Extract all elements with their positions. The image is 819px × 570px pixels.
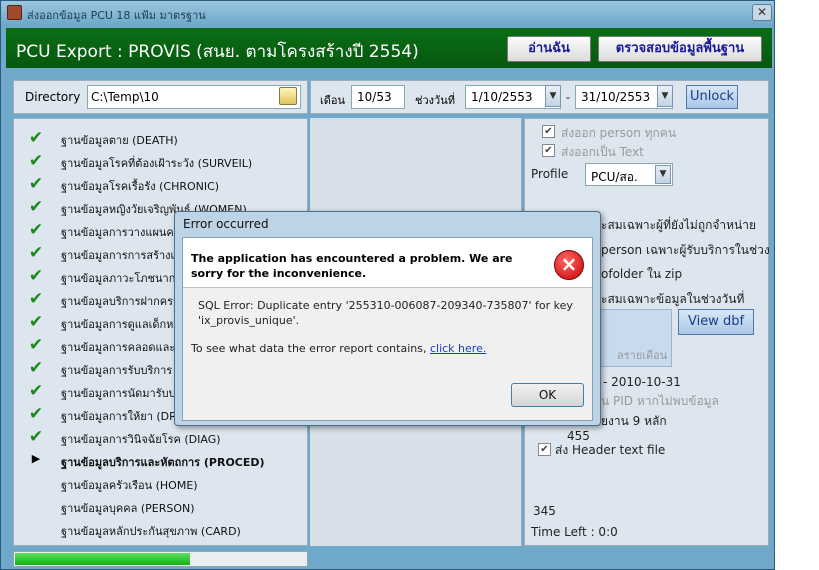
date-dash: - <box>566 91 570 104</box>
check-icon: ✔ <box>28 335 44 355</box>
export-person-all-checkbox[interactable]: ✔ <box>542 125 555 138</box>
file-list-label: ฐานข้อมูลภาวะโภชนาการ <box>61 272 188 285</box>
check-icon: ✔ <box>28 151 44 171</box>
check-icon: ✔ <box>28 312 44 332</box>
file-list-item: ▶ ฐานข้อมูลบริการและหัตถการ (PROCED) <box>14 449 304 472</box>
date-to-dropdown-icon[interactable]: ▼ <box>657 85 673 107</box>
click-here-link[interactable]: click here. <box>430 342 486 355</box>
file-list-label: ฐานข้อมูลการการสร้างเส <box>61 249 182 262</box>
check-icon: ✔ <box>28 404 44 424</box>
file-list-item: ฐานข้อมูลหลักประกันสุขภาพ (CARD) <box>14 518 304 541</box>
directory-input[interactable]: C:\Temp\10 <box>87 85 301 109</box>
export-text-checkbox[interactable]: ✔ <box>542 144 555 157</box>
page-title: PCU Export : PROVIS (สนย. ตามโครงสร้างปี… <box>16 42 419 62</box>
check-icon: ✔ <box>28 427 44 447</box>
dialog-title: Error occurred <box>183 217 269 231</box>
check-icon: ✔ <box>28 381 44 401</box>
file-list-item: ✔ ฐานข้อมูลตาย (DEATH) <box>14 127 304 150</box>
option-person-in-range: person เฉพาะผู้รับบริการในช่วง <box>601 243 770 257</box>
file-list-label: ฐานข้อมูลบุคคล (PERSON) <box>61 502 195 515</box>
export-text-label: ส่งออกเป็น Text <box>561 145 644 159</box>
close-button[interactable]: ✕ <box>752 4 772 21</box>
header-text-file-label: ส่ง Header text file <box>555 443 666 457</box>
dialog-heading: The application has encountered a proble… <box>191 252 513 280</box>
window-title: ส่งออกข้อมูล PCU 18 แฟ้ม มาตรฐาน <box>27 9 206 22</box>
error-icon: × <box>554 250 584 280</box>
header-bar: PCU Export : PROVIS (สนย. ตามโครงสร้างปี… <box>6 28 772 68</box>
pid-option-label: น PID หากไม่พบข้อมูล <box>601 394 719 408</box>
date-from-dropdown-icon[interactable]: ▼ <box>545 85 561 107</box>
view-dbf-button[interactable]: View dbf <box>678 309 754 335</box>
error-dialog: Error occurred The application has encou… <box>174 211 601 426</box>
directory-label: Directory <box>25 90 81 104</box>
file-list-item: ฐานข้อมูลบุคคล (PERSON) <box>14 495 304 518</box>
file-list-label: ฐานข้อมูลการคลอดและดู <box>61 341 183 354</box>
file-list-item: ฐานข้อมูลครัวเรือน (HOME) <box>14 472 304 495</box>
date-panel: เดือน 10/53 ช่วงวันที่ 1/10/2553 ▼ - 31/… <box>310 80 769 114</box>
file-list-item: ✔ ฐานข้อมูลการวินิจฉัยโรค (DIAG) <box>14 426 304 449</box>
unlock-button[interactable]: Unlock <box>686 85 738 109</box>
file-list-label: ฐานข้อมูลครัวเรือน (HOME) <box>61 479 198 492</box>
month-label: เดือน <box>320 94 346 107</box>
file-list-label: ฐานข้อมูลบริการฝากครรภ์ <box>61 295 187 308</box>
check-icon: ✔ <box>28 128 44 148</box>
check-icon: ✔ <box>28 220 44 240</box>
file-list-item: ✔ ฐานข้อมูลโรคที่ต้องเฝ้าระวัง (SURVEIL) <box>14 150 304 173</box>
error-report-prefix: To see what data the error report contai… <box>191 342 430 355</box>
check-icon: ✔ <box>28 358 44 378</box>
ok-button[interactable]: OK <box>511 383 584 407</box>
dialog-body: The application has encountered a proble… <box>182 237 593 421</box>
date-range-label: ช่วงวันที่ <box>415 94 455 107</box>
file-list-label: ฐานข้อมูลหลักประกันสุขภาพ (CARD) <box>61 525 241 538</box>
file-list-label: ฐานข้อมูลการให้ยา (DRU <box>61 410 185 423</box>
check-icon: ✔ <box>28 197 44 217</box>
title-bar: ส่งออกข้อมูล PCU 18 แฟ้ม มาตรฐาน ✕ <box>1 1 774 25</box>
record-count: 345 <box>533 504 556 518</box>
option-subfolder-zip: ofolder ใน zip <box>601 267 683 281</box>
current-arrow-icon: ▶ <box>31 452 41 465</box>
error-report-text: To see what data the error report contai… <box>191 342 486 355</box>
check-icon: ✔ <box>28 289 44 309</box>
option-active-only: ะสมเฉพาะผู้ที่ยังไม่ถูกจำหน่าย <box>601 218 757 232</box>
check-icon: ✔ <box>28 243 44 263</box>
file-list-label: ฐานข้อมูลการวางแผนครอ <box>61 226 187 239</box>
profile-label: Profile <box>531 167 569 181</box>
file-list-label: ฐานข้อมูลการวินิจฉัยโรค (DIAG) <box>61 433 221 446</box>
monthly-export-button[interactable]: ลรายเดือน <box>594 309 672 367</box>
date-range-display: - 2010-10-31 <box>603 375 681 389</box>
file-list-label: ฐานข้อมูลตาย (DEATH) <box>61 134 178 147</box>
export-progress-bar <box>13 551 308 567</box>
time-left: Time Left : 0:0 <box>531 525 618 539</box>
dialog-header: The application has encountered a proble… <box>183 238 592 288</box>
read-me-button[interactable]: อ่านฉัน <box>507 36 591 62</box>
monthly-export-label: ลรายเดือน <box>617 349 668 362</box>
month-input[interactable]: 10/53 <box>351 85 405 109</box>
profile-dropdown-icon[interactable]: ▼ <box>655 165 671 184</box>
file-list-label: ฐานข้อมูลการดูแลเด็กหลั <box>61 318 181 331</box>
progress-fill <box>15 553 191 565</box>
file-list-label: ฐานข้อมูลการนัดมารับบริ <box>61 387 182 400</box>
unit-code-option-label: ยงาน 9 หลัก <box>601 414 667 428</box>
file-list-label: ฐานข้อมูลบริการและหัตถการ (PROCED) <box>61 456 265 469</box>
folder-browse-icon[interactable] <box>279 87 297 105</box>
file-list-label: ฐานข้อมูลการรับบริการ <box>61 364 173 377</box>
option-data-in-range: ะสมเฉพาะข้อมูลในช่วงวันที่ <box>601 292 745 306</box>
check-icon: ✔ <box>28 174 44 194</box>
export-person-all-label: ส่งออก person ทุกคน <box>561 126 677 140</box>
app-icon <box>7 5 22 20</box>
check-base-data-button[interactable]: ตรวจสอบข้อมูลพื้นฐาน <box>598 36 762 62</box>
file-list-label: ฐานข้อมูลโรคที่ต้องเฝ้าระวัง (SURVEIL) <box>61 157 253 170</box>
directory-panel: Directory C:\Temp\10 <box>13 80 308 114</box>
file-list-label: ฐานข้อมูลโรคเรื้อรัง (CHRONIC) <box>61 180 220 193</box>
file-list-item: ✔ ฐานข้อมูลโรคเรื้อรัง (CHRONIC) <box>14 173 304 196</box>
check-icon: ✔ <box>28 266 44 286</box>
header-text-file-checkbox[interactable]: ✔ <box>538 443 551 456</box>
error-message: SQL Error: Duplicate entry '255310-00608… <box>198 299 573 327</box>
